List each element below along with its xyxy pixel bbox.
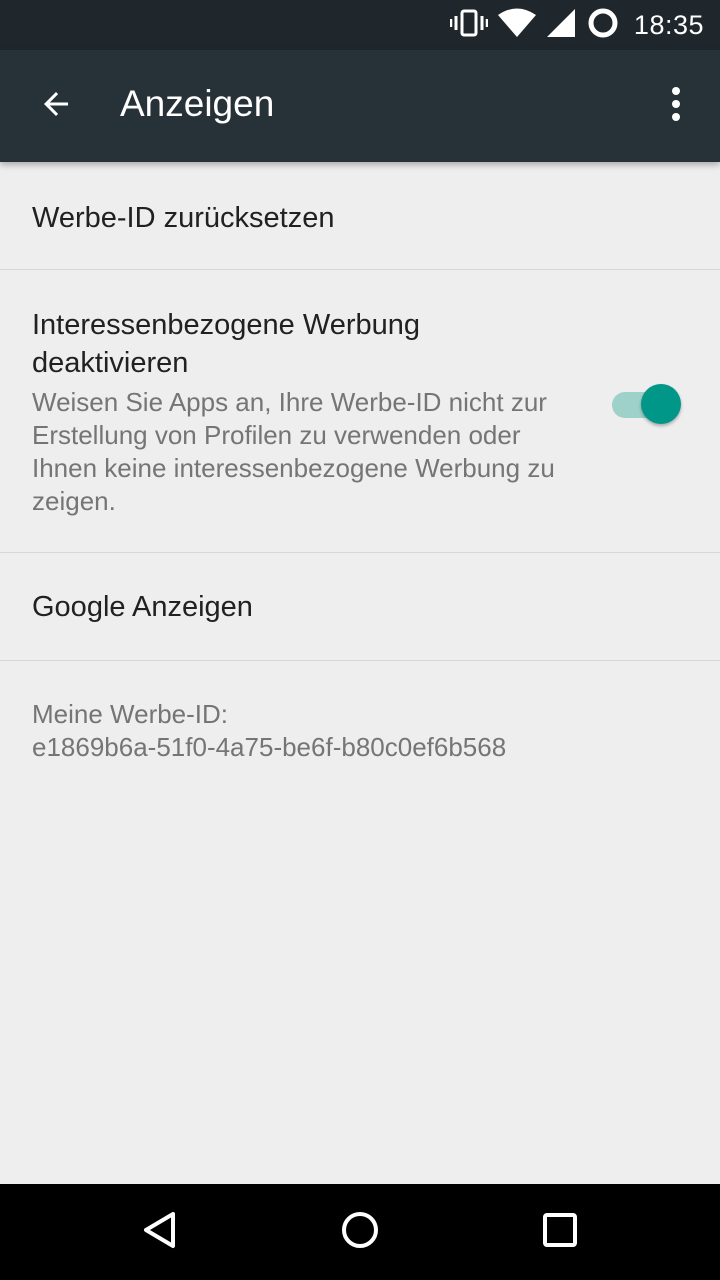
- arrow-back-icon: [38, 86, 74, 127]
- status-bar: 18:35: [0, 0, 720, 50]
- nav-home-button[interactable]: [325, 1204, 395, 1260]
- ad-id-value: e1869b6a-51f0-4a75-be6f-b80c0ef6b568: [32, 732, 507, 762]
- interest-ads-title: Interessenbezogene Werbung deaktivieren: [32, 309, 421, 379]
- status-icons: 18:35: [449, 0, 704, 50]
- nav-home-icon: [340, 1210, 380, 1255]
- ad-id-info: Meine Werbe-ID: e1869b6a-51f0-4a75-be6f-…: [32, 698, 506, 764]
- overflow-menu-button[interactable]: [652, 80, 700, 132]
- cell-signal-icon: [546, 8, 576, 43]
- reset-ad-id-title: Werbe-ID zurücksetzen: [32, 202, 335, 234]
- page-title: Anzeigen: [120, 83, 275, 124]
- sync-circle-icon: [586, 6, 620, 45]
- navigation-bar: [0, 1184, 720, 1280]
- nav-back-icon: [140, 1210, 180, 1255]
- app-toolbar: Anzeigen: [0, 50, 720, 162]
- more-vert-icon: [670, 86, 682, 127]
- nav-recents-button[interactable]: [525, 1204, 595, 1260]
- back-button[interactable]: [24, 76, 88, 136]
- interest-ads-summary: Weisen Sie Apps an, Ihre Werbe-ID nicht …: [32, 387, 555, 516]
- google-ads-item[interactable]: Google Anzeigen: [0, 553, 720, 661]
- nav-back-button[interactable]: [125, 1204, 195, 1260]
- google-ads-title: Google Anzeigen: [32, 591, 253, 623]
- interest-ads-item[interactable]: Interessenbezogene Werbung deaktivieren …: [0, 270, 720, 553]
- nav-recents-icon: [540, 1210, 580, 1255]
- interest-ads-toggle[interactable]: [612, 383, 682, 425]
- toggle-thumb: [641, 384, 681, 424]
- vibrate-icon: [449, 8, 489, 43]
- settings-list: Werbe-ID zurücksetzen Interessenbezogene…: [0, 162, 720, 762]
- ad-id-label: Meine Werbe-ID:: [32, 699, 229, 729]
- status-time: 18:35: [633, 9, 704, 40]
- wifi-icon: [497, 8, 536, 43]
- reset-ad-id-item[interactable]: Werbe-ID zurücksetzen: [0, 162, 720, 270]
